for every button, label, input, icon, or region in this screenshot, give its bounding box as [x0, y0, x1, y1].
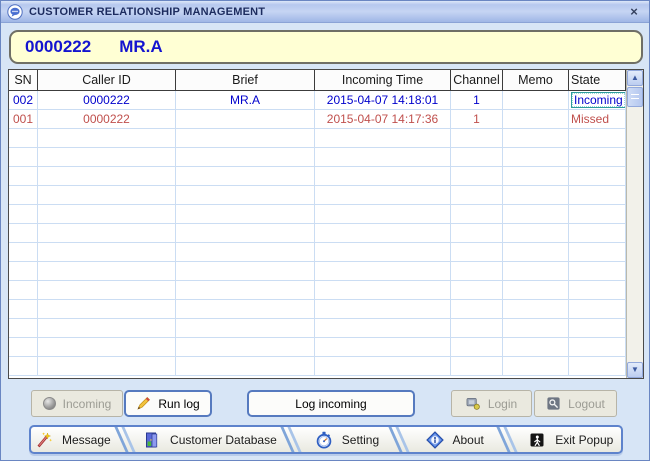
column-header-incoming-time[interactable]: Incoming Time [315, 70, 451, 91]
tab-setting[interactable]: Setting [305, 427, 389, 452]
info-diamond-icon [426, 431, 444, 449]
close-button[interactable]: × [625, 4, 643, 20]
table-row-empty [9, 243, 626, 262]
table-row-empty [9, 224, 626, 243]
tab-message[interactable]: Message [31, 427, 115, 452]
vertical-scrollbar[interactable]: ▲ ▼ [626, 70, 643, 378]
stopwatch-icon [315, 431, 333, 449]
column-header-caller-id[interactable]: Caller ID [38, 70, 176, 91]
login-key-icon [466, 396, 481, 411]
table-row-empty [9, 262, 626, 281]
table-row-empty [9, 148, 626, 167]
table-row-empty [9, 186, 626, 205]
cell-memo [503, 110, 569, 129]
caller-banner: 0000222 MR.A [9, 30, 643, 64]
cell-sn: 002 [9, 91, 38, 110]
call-log-table: SN Caller ID Brief Incoming Time Channel… [8, 69, 644, 379]
login-button[interactable]: Login [451, 390, 532, 417]
cell-channel: 1 [451, 91, 503, 110]
table-row[interactable]: 001 0000222 2015-04-07 14:17:36 1 Missed [9, 110, 626, 129]
table-body: 002 0000222 MR.A 2015-04-07 14:18:01 1 I… [9, 91, 626, 376]
title-bar: CUSTOMER RELATIONSHIP MANAGEMENT × [1, 1, 649, 23]
incoming-button-label: Incoming [63, 397, 112, 411]
tab-about[interactable]: About [413, 427, 497, 452]
pencil-icon [136, 396, 151, 411]
scroll-down-button[interactable]: ▼ [627, 362, 643, 378]
tab-about-label: About [453, 433, 484, 447]
table-row-empty [9, 129, 626, 148]
bottom-tab-bar: Message Customer Database Setting [29, 425, 623, 454]
crm-window: CUSTOMER RELATIONSHIP MANAGEMENT × 00002… [0, 0, 650, 461]
table-row-empty [9, 300, 626, 319]
logout-key-icon [546, 396, 561, 411]
cell-state: Missed [569, 110, 626, 129]
tab-customer-database[interactable]: Customer Database [139, 427, 281, 452]
column-header-brief[interactable]: Brief [176, 70, 315, 91]
scroll-up-button[interactable]: ▲ [627, 70, 643, 86]
tab-setting-label: Setting [342, 433, 379, 447]
cell-brief [176, 110, 315, 129]
speech-bubble-icon [7, 4, 23, 20]
table-row-empty [9, 205, 626, 224]
tab-separator [281, 427, 305, 452]
tab-separator [115, 427, 139, 452]
tab-message-label: Message [62, 433, 111, 447]
table-row-empty [9, 357, 626, 376]
logout-button[interactable]: Logout [534, 390, 617, 417]
tab-exit-popup[interactable]: Exit Popup [521, 427, 621, 452]
cell-brief: MR.A [176, 91, 315, 110]
run-log-button-label: Run log [158, 397, 199, 411]
cell-sn: 001 [9, 110, 38, 129]
table-row[interactable]: 002 0000222 MR.A 2015-04-07 14:18:01 1 I… [9, 91, 626, 110]
cell-channel: 1 [451, 110, 503, 129]
table-row-empty [9, 319, 626, 338]
magic-wand-icon [35, 431, 53, 449]
cell-state: Incoming [569, 91, 626, 110]
logout-button-label: Logout [568, 397, 605, 411]
cell-caller-id: 0000222 [38, 110, 176, 129]
exit-icon [528, 431, 546, 449]
column-header-state[interactable]: State [569, 70, 626, 91]
window-title: CUSTOMER RELATIONSHIP MANAGEMENT [29, 6, 265, 18]
table-row-empty [9, 338, 626, 357]
caller-number: 0000222 [25, 37, 91, 57]
table-grid: SN Caller ID Brief Incoming Time Channel… [9, 70, 626, 378]
column-header-sn[interactable]: SN [9, 70, 38, 91]
selected-state-cell[interactable]: Incoming [571, 92, 626, 108]
scrollbar-thumb[interactable] [627, 87, 643, 107]
tab-separator [389, 427, 413, 452]
column-header-memo[interactable]: Memo [503, 70, 569, 91]
tab-exit-popup-label: Exit Popup [555, 433, 613, 447]
tab-customer-database-label: Customer Database [170, 433, 277, 447]
cell-incoming-time: 2015-04-07 14:18:01 [315, 91, 451, 110]
log-incoming-button-label: Log incoming [295, 397, 366, 411]
tab-separator [497, 427, 521, 452]
cell-incoming-time: 2015-04-07 14:17:36 [315, 110, 451, 129]
door-icon [143, 431, 161, 449]
globe-icon [43, 397, 56, 410]
table-row-empty [9, 167, 626, 186]
column-header-channel[interactable]: Channel [451, 70, 503, 91]
caller-name: MR.A [119, 37, 162, 57]
log-incoming-button[interactable]: Log incoming [247, 390, 415, 417]
incoming-button[interactable]: Incoming [31, 390, 123, 417]
table-header-row: SN Caller ID Brief Incoming Time Channel… [9, 70, 626, 91]
cell-memo [503, 91, 569, 110]
run-log-button[interactable]: Run log [124, 390, 212, 417]
cell-caller-id: 0000222 [38, 91, 176, 110]
login-button-label: Login [488, 397, 517, 411]
table-row-empty [9, 281, 626, 300]
